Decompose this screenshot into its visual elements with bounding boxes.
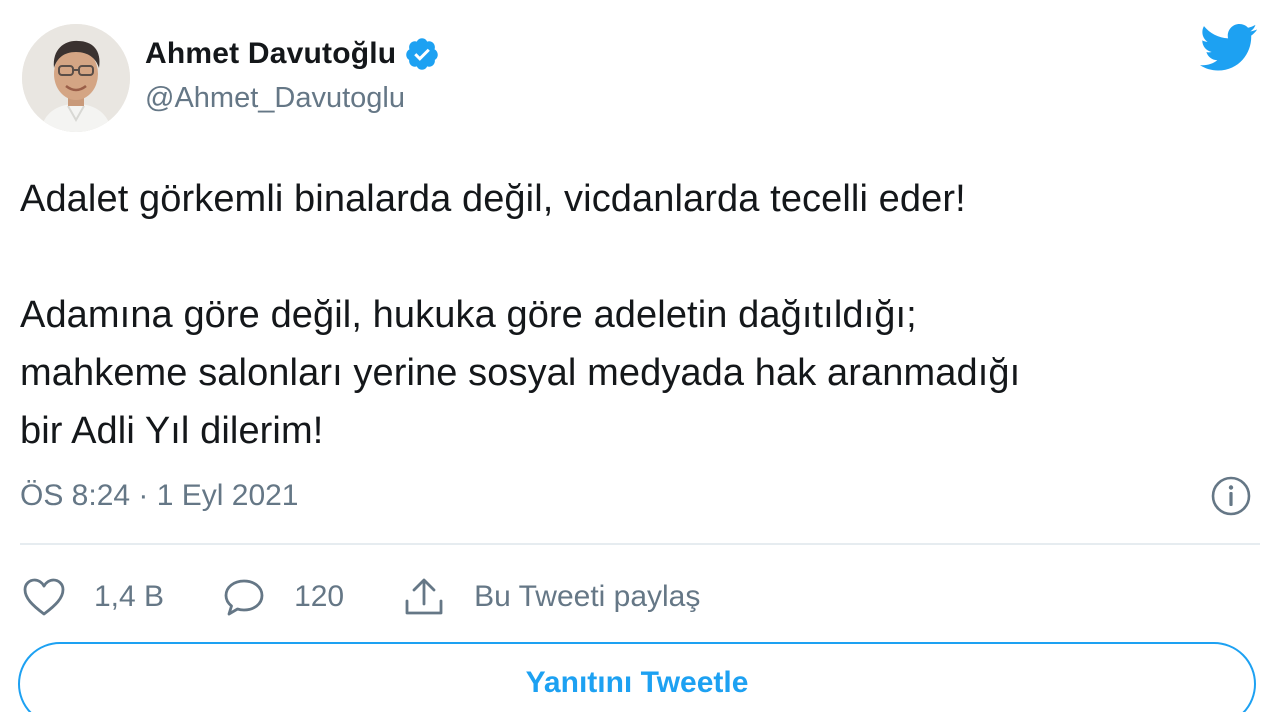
reply-tweet-label: Yanıtını Tweetle xyxy=(525,666,749,699)
action-bar: 1,4 B 120 Bu Tweeti paylaş xyxy=(22,570,758,624)
share-label: Bu Tweeti paylaş xyxy=(474,580,701,613)
like-count: 1,4 B xyxy=(94,580,165,613)
reply-button[interactable]: 120 xyxy=(222,577,344,617)
divider xyxy=(20,543,1260,545)
like-button[interactable]: 1,4 B xyxy=(22,577,164,617)
user-handle[interactable]: @Ahmet_Davutoglu xyxy=(145,82,405,115)
tweet-paragraph-2-line-3: bir Adli Yıl dilerim! xyxy=(20,410,324,452)
speech-bubble-icon xyxy=(222,577,266,617)
tweet-timestamp[interactable]: ÖS 8:24 · 1 Eyl 2021 xyxy=(20,472,299,520)
display-name[interactable]: Ahmet Davutoğlu xyxy=(145,37,396,71)
share-upload-icon xyxy=(402,577,446,617)
tweet-card: Ahmet Davutoğlu @Ahmet_Davutoglu Adalet … xyxy=(0,0,1280,712)
info-icon[interactable] xyxy=(1210,475,1252,517)
tweet-paragraph-1: Adalet görkemli binalarda değil, vicdanl… xyxy=(20,178,966,220)
reply-count: 120 xyxy=(294,580,345,613)
twitter-bird-icon[interactable] xyxy=(1199,22,1258,74)
heart-icon xyxy=(22,577,66,617)
verified-badge-icon xyxy=(404,36,440,72)
tweet-text: Adalet görkemli binalarda değil, vicdanl… xyxy=(20,170,1260,460)
tweet-paragraph-2-line-2: mahkeme salonları yerine sosyal medyada … xyxy=(20,352,1021,394)
share-button[interactable]: Bu Tweeti paylaş xyxy=(402,577,700,617)
display-name-row: Ahmet Davutoğlu xyxy=(145,30,440,78)
tweet-paragraph-2-line-1: Adamına göre değil, hukuka göre adeletin… xyxy=(20,294,917,336)
reply-tweet-button[interactable]: Yanıtını Tweetle xyxy=(18,642,1256,712)
avatar[interactable] xyxy=(22,24,130,132)
